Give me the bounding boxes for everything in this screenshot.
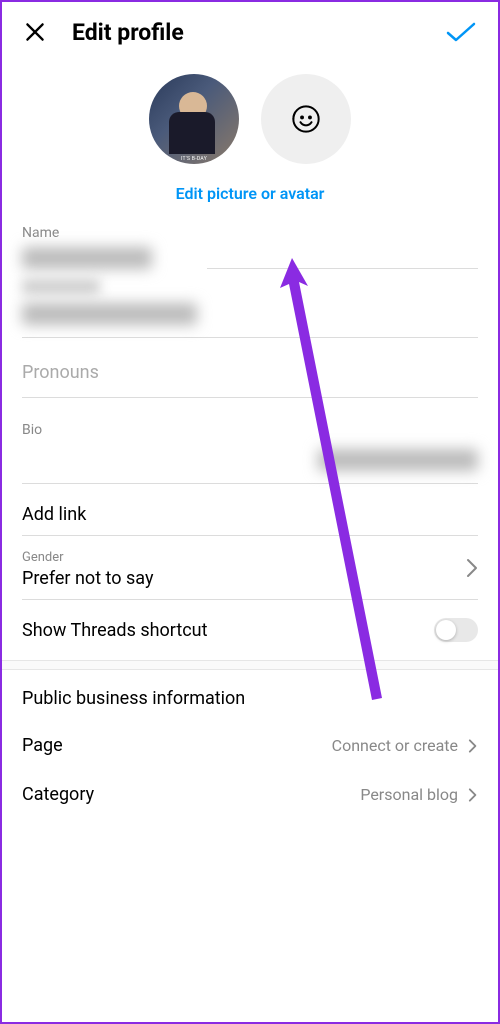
photo-caption: IT'S B-DAY	[181, 156, 207, 162]
chevron-right-icon	[468, 738, 478, 754]
edit-picture-link[interactable]: Edit picture or avatar	[2, 184, 498, 203]
confirm-check-icon[interactable]	[444, 18, 478, 46]
page-value: Connect or create	[332, 736, 458, 755]
chevron-right-icon	[468, 787, 478, 803]
add-link-button[interactable]: Add link	[22, 504, 478, 525]
avatar-option[interactable]	[261, 74, 351, 164]
profile-photo[interactable]: IT'S B-DAY	[149, 74, 239, 164]
bio-label: Bio	[22, 422, 478, 438]
username-label-redacted	[22, 279, 100, 294]
category-label: Category	[22, 784, 94, 805]
page-title: Edit profile	[72, 19, 420, 46]
page-label: Page	[22, 735, 63, 756]
pronouns-field[interactable]: Pronouns	[22, 362, 478, 383]
business-info-header: Public business information	[22, 688, 478, 709]
gender-row[interactable]: Gender Prefer not to say	[22, 550, 478, 599]
gender-label: Gender	[22, 550, 153, 565]
category-row[interactable]: Category Personal blog	[22, 770, 478, 809]
category-value: Personal blog	[360, 785, 458, 804]
bio-value-redacted[interactable]	[318, 449, 478, 471]
threads-shortcut-label: Show Threads shortcut	[22, 620, 207, 641]
name-label: Name	[22, 225, 478, 241]
page-row[interactable]: Page Connect or create	[22, 721, 478, 770]
chevron-right-icon	[466, 558, 478, 582]
avatar-row: IT'S B-DAY	[2, 74, 498, 164]
gender-value: Prefer not to say	[22, 568, 153, 589]
threads-shortcut-toggle[interactable]	[434, 618, 478, 642]
section-divider	[2, 660, 498, 670]
close-icon[interactable]	[22, 19, 48, 45]
username-value-redacted[interactable]	[22, 303, 197, 325]
name-value-redacted[interactable]	[22, 247, 152, 269]
